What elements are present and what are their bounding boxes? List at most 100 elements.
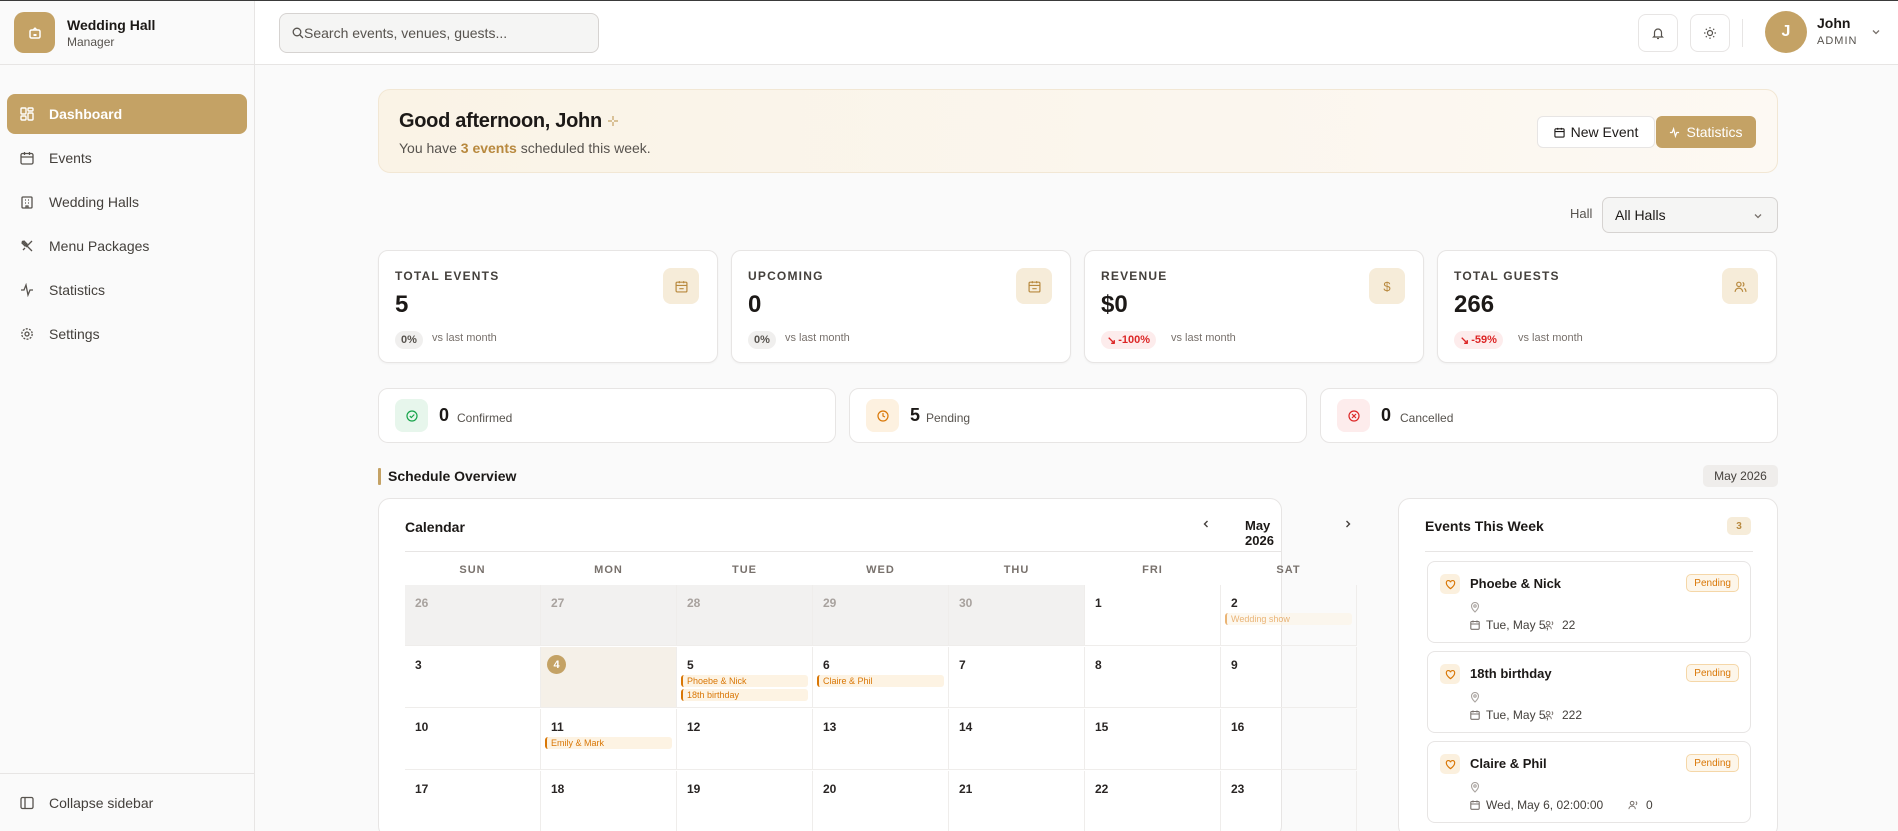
- calendar-day[interactable]: 13: [813, 709, 949, 770]
- calendar-day[interactable]: 30: [949, 585, 1085, 646]
- calendar-day[interactable]: 10: [405, 709, 541, 770]
- calendar-day[interactable]: 18: [541, 771, 677, 831]
- theme-toggle-button[interactable]: [1690, 14, 1730, 52]
- calendar-day[interactable]: 23: [1221, 771, 1357, 831]
- hall-select[interactable]: All Halls: [1602, 197, 1778, 233]
- calendar-day[interactable]: 7: [949, 647, 1085, 708]
- calendar-day[interactable]: 28: [677, 585, 813, 646]
- activity-icon: [1670, 126, 1680, 138]
- day-number: 5: [687, 658, 694, 672]
- search-input[interactable]: Search events, venues, guests...: [279, 13, 599, 53]
- calendar-divider: [405, 551, 1281, 552]
- calendar-day[interactable]: 26: [405, 585, 541, 646]
- week-event-card[interactable]: Claire & Phil Pending Wed, May 6, 02:00:00…: [1427, 741, 1751, 823]
- collapse-sidebar-button[interactable]: Collapse sidebar: [0, 773, 254, 831]
- day-number: 30: [959, 596, 973, 610]
- calendar-day[interactable]: 8: [1085, 647, 1221, 708]
- avatar[interactable]: J: [1765, 11, 1807, 53]
- user-name[interactable]: John: [1817, 15, 1850, 31]
- sidebar-item-label: Events: [49, 150, 92, 166]
- status-card-pending[interactable]: 5 Pending: [849, 388, 1307, 443]
- weekday-sun: SUN: [459, 564, 486, 576]
- search-icon: [292, 27, 304, 39]
- top-header: Search events, venues, guests... J John …: [255, 1, 1898, 65]
- sidebar-item-dashboard[interactable]: Dashboard: [7, 94, 247, 134]
- chevron-left-icon[interactable]: [1201, 519, 1211, 529]
- users-icon: [1544, 710, 1554, 720]
- building-logo-icon: [28, 26, 41, 39]
- schedule-title: Schedule Overview: [388, 468, 517, 484]
- calendar-day[interactable]: 27: [541, 585, 677, 646]
- notifications-button[interactable]: [1638, 14, 1678, 52]
- status-card-confirmed[interactable]: 0 Confirmed: [378, 388, 836, 443]
- stat-change: 0%: [748, 331, 776, 349]
- stat-label: TOTAL GUESTS: [1454, 269, 1560, 283]
- day-number: 8: [1095, 658, 1102, 672]
- day-number: 2: [1231, 596, 1238, 610]
- calendar-day[interactable]: 15: [1085, 709, 1221, 770]
- sidebar-item-wedding-halls[interactable]: Wedding Halls: [7, 182, 247, 222]
- calendar-event[interactable]: Claire & Phil: [817, 675, 944, 687]
- stat-label: TOTAL EVENTS: [395, 269, 500, 283]
- calendar-event[interactable]: 18th birthday: [681, 689, 808, 701]
- week-divider: [1425, 551, 1753, 552]
- status-card-cancelled[interactable]: 0 Cancelled: [1320, 388, 1778, 443]
- collapse-sidebar-label: Collapse sidebar: [49, 794, 154, 811]
- week-event-name: Phoebe & Nick: [1470, 576, 1562, 591]
- stat-label: REVENUE: [1101, 269, 1168, 283]
- stat-card-upcoming: UPCOMING 0 0% vs last month: [731, 250, 1071, 363]
- stat-value: $0: [1101, 291, 1128, 318]
- statistics-button[interactable]: Statistics: [1656, 116, 1756, 148]
- calendar-day[interactable]: 17: [405, 771, 541, 831]
- calendar-day[interactable]: 16: [1221, 709, 1357, 770]
- calendar-event[interactable]: Wedding show: [1225, 613, 1352, 625]
- calendar-day[interactable]: 21: [949, 771, 1085, 831]
- calendar-day[interactable]: 4: [541, 647, 677, 708]
- day-number: 29: [823, 596, 837, 610]
- calendar-event[interactable]: Phoebe & Nick: [681, 675, 808, 687]
- calendar-day[interactable]: 22: [1085, 771, 1221, 831]
- sidebar-item-statistics[interactable]: Statistics: [7, 270, 247, 310]
- map-pin-icon: [1470, 602, 1480, 613]
- week-event-card[interactable]: 18th birthday Pending Tue, May 5, 222: [1427, 651, 1751, 733]
- calendar-day[interactable]: 1: [1085, 585, 1221, 646]
- status-badge: Pending: [1686, 754, 1739, 772]
- calendar-card: Calendar May 2026 SUN MON TUE WED THU FRI SAT 2…: [378, 498, 1357, 831]
- calendar-icon: [663, 268, 699, 304]
- calendar-day[interactable]: 14: [949, 709, 1085, 770]
- brand-title: Wedding Hall: [67, 16, 156, 33]
- sidebar-item-settings[interactable]: Settings: [7, 314, 247, 354]
- status-count: 0: [439, 405, 450, 425]
- day-number: 22: [1095, 782, 1109, 796]
- hall-filter-label: Hall: [1570, 206, 1593, 221]
- calendar-day[interactable]: 12: [677, 709, 813, 770]
- sidebar-item-events[interactable]: Events: [7, 138, 247, 178]
- calendar-plus-icon: [1554, 127, 1565, 138]
- week-event-guests: 0: [1646, 798, 1653, 812]
- calendar-title: Calendar: [405, 519, 465, 535]
- calendar-day[interactable]: 9: [1221, 647, 1357, 708]
- weekday-mon: MON: [594, 564, 623, 576]
- calendar-day[interactable]: 5 Phoebe & Nick 18th birthday: [677, 647, 813, 708]
- calendar-day[interactable]: 6 Claire & Phil: [813, 647, 949, 708]
- users-icon: [1628, 800, 1638, 810]
- new-event-button[interactable]: New Event: [1537, 116, 1655, 148]
- calendar-day[interactable]: 11 Emily & Mark: [541, 709, 677, 770]
- activity-icon: [19, 282, 35, 298]
- user-role: ADMIN: [1817, 35, 1858, 47]
- chevron-right-icon[interactable]: [1343, 519, 1353, 529]
- calendar-day[interactable]: 20: [813, 771, 949, 831]
- brand[interactable]: Wedding Hall Manager: [0, 1, 254, 65]
- schedule-month-badge: May 2026: [1703, 465, 1778, 487]
- calendar-event[interactable]: Emily & Mark: [545, 737, 672, 749]
- calendar-day[interactable]: 2 Wedding show: [1221, 585, 1357, 646]
- sparkle-icon: [608, 116, 619, 126]
- week-events-count: 3: [1727, 517, 1751, 535]
- calendar-day[interactable]: 19: [677, 771, 813, 831]
- calendar-day[interactable]: 29: [813, 585, 949, 646]
- week-event-card[interactable]: Phoebe & Nick Pending Tue, May 5, 22: [1427, 561, 1751, 643]
- chevron-down-icon[interactable]: [1871, 27, 1881, 37]
- sidebar-panel-icon: [19, 795, 35, 811]
- sidebar-item-menu-packages[interactable]: Menu Packages: [7, 226, 247, 266]
- calendar-day[interactable]: 3: [405, 647, 541, 708]
